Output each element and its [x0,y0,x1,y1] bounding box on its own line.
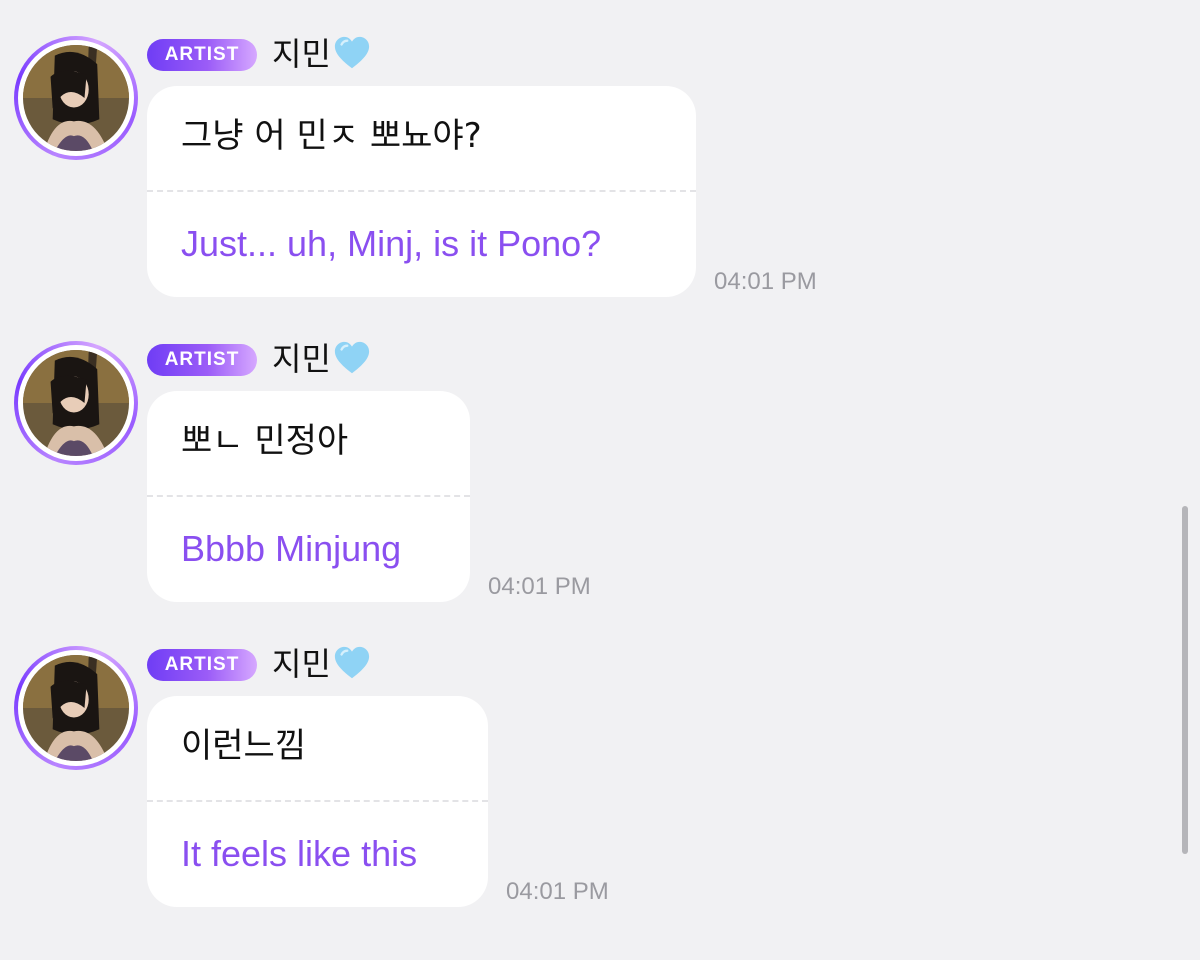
chat-message: ARTIST 지민 그냥 어 민ㅈ 뽀뇨야? Just... uh, Minj,… [0,0,1180,305]
artist-badge: ARTIST [147,649,257,681]
artist-badge: ARTIST [147,39,257,71]
profile-photo [23,655,129,761]
divider [147,800,488,802]
avatar[interactable] [14,36,138,160]
scrollbar[interactable] [1182,506,1188,854]
message-original-text: 이런느낌 [181,726,307,766]
message-bubble[interactable]: 이런느낌 It feels like this [147,696,488,907]
artist-badge: ARTIST [147,344,257,376]
sender-name[interactable]: 지민 [272,34,331,74]
message-translation: Bbbb Minjung [181,528,402,569]
message-bubble[interactable]: 그냥 어 민ㅈ 뽀뇨야? Just... uh, Minj, is it Pon… [147,86,696,297]
message-timestamp: 04:01 PM [714,268,817,295]
divider [147,190,696,192]
message-bubble[interactable]: 뽀ㄴ 민정아 Bbbb Minjung [147,391,470,602]
chat-message: ARTIST 지민 뽀ㄴ 민정아 Bbbb Minjung 04:01 PM [0,305,1180,610]
message-original-text: 그냥 어 민ㅈ 뽀뇨야? [181,116,482,156]
divider [147,495,470,497]
message-translation: Just... uh, Minj, is it Pono? [181,223,602,264]
sender-name[interactable]: 지민 [272,644,331,684]
chat-message: ARTIST 지민 이런느낌 It feels like this 04:01 … [0,610,1180,915]
avatar[interactable] [14,646,138,770]
avatar[interactable] [14,341,138,465]
light-blue-heart-icon [334,36,370,69]
light-blue-heart-icon [334,646,370,679]
profile-photo [23,45,129,151]
message-original-text: 뽀ㄴ 민정아 [181,421,349,461]
message-timestamp: 04:01 PM [488,573,591,600]
sender-name[interactable]: 지민 [272,339,331,379]
message-timestamp: 04:01 PM [506,878,609,905]
light-blue-heart-icon [334,341,370,374]
profile-photo [23,350,129,456]
message-translation: It feels like this [181,833,418,874]
